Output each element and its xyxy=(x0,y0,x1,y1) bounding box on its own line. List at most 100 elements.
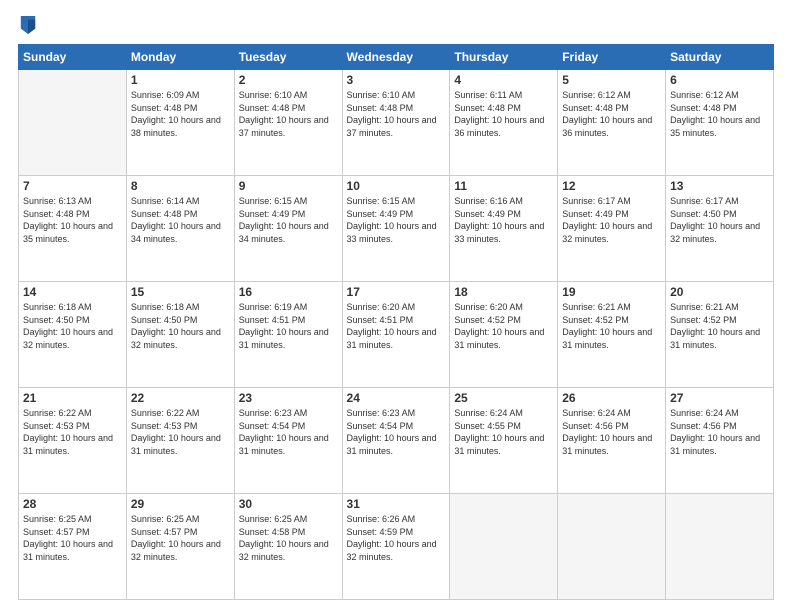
day-info: Sunrise: 6:24 AMSunset: 4:55 PMDaylight:… xyxy=(454,407,553,457)
calendar-week-4: 21 Sunrise: 6:22 AMSunset: 4:53 PMDaylig… xyxy=(19,388,774,494)
page: SundayMondayTuesdayWednesdayThursdayFrid… xyxy=(0,0,792,612)
header xyxy=(18,18,774,34)
day-info: Sunrise: 6:19 AMSunset: 4:51 PMDaylight:… xyxy=(239,301,338,351)
calendar-week-1: 1 Sunrise: 6:09 AMSunset: 4:48 PMDayligh… xyxy=(19,70,774,176)
calendar-header-tuesday: Tuesday xyxy=(234,45,342,70)
calendar-cell: 2 Sunrise: 6:10 AMSunset: 4:48 PMDayligh… xyxy=(234,70,342,176)
day-number: 31 xyxy=(347,497,446,511)
day-number: 27 xyxy=(670,391,769,405)
calendar-cell: 22 Sunrise: 6:22 AMSunset: 4:53 PMDaylig… xyxy=(126,388,234,494)
calendar-table: SundayMondayTuesdayWednesdayThursdayFrid… xyxy=(18,44,774,600)
calendar-cell xyxy=(558,494,666,600)
calendar-cell: 6 Sunrise: 6:12 AMSunset: 4:48 PMDayligh… xyxy=(666,70,774,176)
day-number: 26 xyxy=(562,391,661,405)
calendar-header-friday: Friday xyxy=(558,45,666,70)
day-info: Sunrise: 6:20 AMSunset: 4:51 PMDaylight:… xyxy=(347,301,446,351)
day-number: 1 xyxy=(131,73,230,87)
day-info: Sunrise: 6:10 AMSunset: 4:48 PMDaylight:… xyxy=(347,89,446,139)
day-number: 2 xyxy=(239,73,338,87)
day-info: Sunrise: 6:23 AMSunset: 4:54 PMDaylight:… xyxy=(347,407,446,457)
day-info: Sunrise: 6:22 AMSunset: 4:53 PMDaylight:… xyxy=(131,407,230,457)
calendar-cell: 13 Sunrise: 6:17 AMSunset: 4:50 PMDaylig… xyxy=(666,176,774,282)
day-info: Sunrise: 6:10 AMSunset: 4:48 PMDaylight:… xyxy=(239,89,338,139)
logo-icon xyxy=(20,16,36,34)
day-number: 12 xyxy=(562,179,661,193)
day-number: 19 xyxy=(562,285,661,299)
calendar-header-monday: Monday xyxy=(126,45,234,70)
day-number: 7 xyxy=(23,179,122,193)
day-number: 20 xyxy=(670,285,769,299)
calendar-cell: 12 Sunrise: 6:17 AMSunset: 4:49 PMDaylig… xyxy=(558,176,666,282)
day-number: 9 xyxy=(239,179,338,193)
calendar-cell: 16 Sunrise: 6:19 AMSunset: 4:51 PMDaylig… xyxy=(234,282,342,388)
logo xyxy=(18,18,36,34)
day-info: Sunrise: 6:18 AMSunset: 4:50 PMDaylight:… xyxy=(23,301,122,351)
day-number: 22 xyxy=(131,391,230,405)
calendar-cell: 14 Sunrise: 6:18 AMSunset: 4:50 PMDaylig… xyxy=(19,282,127,388)
calendar-cell xyxy=(450,494,558,600)
calendar-cell: 17 Sunrise: 6:20 AMSunset: 4:51 PMDaylig… xyxy=(342,282,450,388)
day-info: Sunrise: 6:17 AMSunset: 4:49 PMDaylight:… xyxy=(562,195,661,245)
calendar-cell: 7 Sunrise: 6:13 AMSunset: 4:48 PMDayligh… xyxy=(19,176,127,282)
calendar-header-wednesday: Wednesday xyxy=(342,45,450,70)
calendar-cell: 1 Sunrise: 6:09 AMSunset: 4:48 PMDayligh… xyxy=(126,70,234,176)
calendar-cell: 30 Sunrise: 6:25 AMSunset: 4:58 PMDaylig… xyxy=(234,494,342,600)
day-info: Sunrise: 6:09 AMSunset: 4:48 PMDaylight:… xyxy=(131,89,230,139)
day-number: 15 xyxy=(131,285,230,299)
calendar-cell: 5 Sunrise: 6:12 AMSunset: 4:48 PMDayligh… xyxy=(558,70,666,176)
calendar-cell: 26 Sunrise: 6:24 AMSunset: 4:56 PMDaylig… xyxy=(558,388,666,494)
calendar-cell: 10 Sunrise: 6:15 AMSunset: 4:49 PMDaylig… xyxy=(342,176,450,282)
calendar-cell: 9 Sunrise: 6:15 AMSunset: 4:49 PMDayligh… xyxy=(234,176,342,282)
day-info: Sunrise: 6:21 AMSunset: 4:52 PMDaylight:… xyxy=(670,301,769,351)
day-number: 5 xyxy=(562,73,661,87)
calendar-cell: 27 Sunrise: 6:24 AMSunset: 4:56 PMDaylig… xyxy=(666,388,774,494)
calendar-header-saturday: Saturday xyxy=(666,45,774,70)
day-number: 21 xyxy=(23,391,122,405)
calendar-week-2: 7 Sunrise: 6:13 AMSunset: 4:48 PMDayligh… xyxy=(19,176,774,282)
calendar-cell: 21 Sunrise: 6:22 AMSunset: 4:53 PMDaylig… xyxy=(19,388,127,494)
day-info: Sunrise: 6:11 AMSunset: 4:48 PMDaylight:… xyxy=(454,89,553,139)
day-number: 23 xyxy=(239,391,338,405)
calendar-cell: 18 Sunrise: 6:20 AMSunset: 4:52 PMDaylig… xyxy=(450,282,558,388)
calendar-header-sunday: Sunday xyxy=(19,45,127,70)
day-number: 16 xyxy=(239,285,338,299)
day-info: Sunrise: 6:12 AMSunset: 4:48 PMDaylight:… xyxy=(670,89,769,139)
day-info: Sunrise: 6:24 AMSunset: 4:56 PMDaylight:… xyxy=(670,407,769,457)
day-info: Sunrise: 6:15 AMSunset: 4:49 PMDaylight:… xyxy=(239,195,338,245)
day-info: Sunrise: 6:25 AMSunset: 4:57 PMDaylight:… xyxy=(23,513,122,563)
calendar-cell: 23 Sunrise: 6:23 AMSunset: 4:54 PMDaylig… xyxy=(234,388,342,494)
day-info: Sunrise: 6:23 AMSunset: 4:54 PMDaylight:… xyxy=(239,407,338,457)
day-number: 28 xyxy=(23,497,122,511)
calendar-cell xyxy=(666,494,774,600)
day-number: 24 xyxy=(347,391,446,405)
calendar-cell xyxy=(19,70,127,176)
day-info: Sunrise: 6:17 AMSunset: 4:50 PMDaylight:… xyxy=(670,195,769,245)
calendar-cell: 15 Sunrise: 6:18 AMSunset: 4:50 PMDaylig… xyxy=(126,282,234,388)
day-number: 3 xyxy=(347,73,446,87)
calendar-week-3: 14 Sunrise: 6:18 AMSunset: 4:50 PMDaylig… xyxy=(19,282,774,388)
day-number: 30 xyxy=(239,497,338,511)
day-info: Sunrise: 6:16 AMSunset: 4:49 PMDaylight:… xyxy=(454,195,553,245)
day-number: 6 xyxy=(670,73,769,87)
day-number: 10 xyxy=(347,179,446,193)
day-number: 17 xyxy=(347,285,446,299)
day-info: Sunrise: 6:18 AMSunset: 4:50 PMDaylight:… xyxy=(131,301,230,351)
calendar-cell: 28 Sunrise: 6:25 AMSunset: 4:57 PMDaylig… xyxy=(19,494,127,600)
calendar-cell: 19 Sunrise: 6:21 AMSunset: 4:52 PMDaylig… xyxy=(558,282,666,388)
day-info: Sunrise: 6:25 AMSunset: 4:58 PMDaylight:… xyxy=(239,513,338,563)
calendar-cell: 31 Sunrise: 6:26 AMSunset: 4:59 PMDaylig… xyxy=(342,494,450,600)
calendar-cell: 11 Sunrise: 6:16 AMSunset: 4:49 PMDaylig… xyxy=(450,176,558,282)
day-number: 8 xyxy=(131,179,230,193)
calendar-cell: 20 Sunrise: 6:21 AMSunset: 4:52 PMDaylig… xyxy=(666,282,774,388)
day-info: Sunrise: 6:20 AMSunset: 4:52 PMDaylight:… xyxy=(454,301,553,351)
day-info: Sunrise: 6:12 AMSunset: 4:48 PMDaylight:… xyxy=(562,89,661,139)
calendar-cell: 29 Sunrise: 6:25 AMSunset: 4:57 PMDaylig… xyxy=(126,494,234,600)
calendar-cell: 8 Sunrise: 6:14 AMSunset: 4:48 PMDayligh… xyxy=(126,176,234,282)
calendar-cell: 25 Sunrise: 6:24 AMSunset: 4:55 PMDaylig… xyxy=(450,388,558,494)
day-info: Sunrise: 6:25 AMSunset: 4:57 PMDaylight:… xyxy=(131,513,230,563)
day-number: 4 xyxy=(454,73,553,87)
day-info: Sunrise: 6:24 AMSunset: 4:56 PMDaylight:… xyxy=(562,407,661,457)
calendar-cell: 4 Sunrise: 6:11 AMSunset: 4:48 PMDayligh… xyxy=(450,70,558,176)
calendar-header-thursday: Thursday xyxy=(450,45,558,70)
day-number: 29 xyxy=(131,497,230,511)
